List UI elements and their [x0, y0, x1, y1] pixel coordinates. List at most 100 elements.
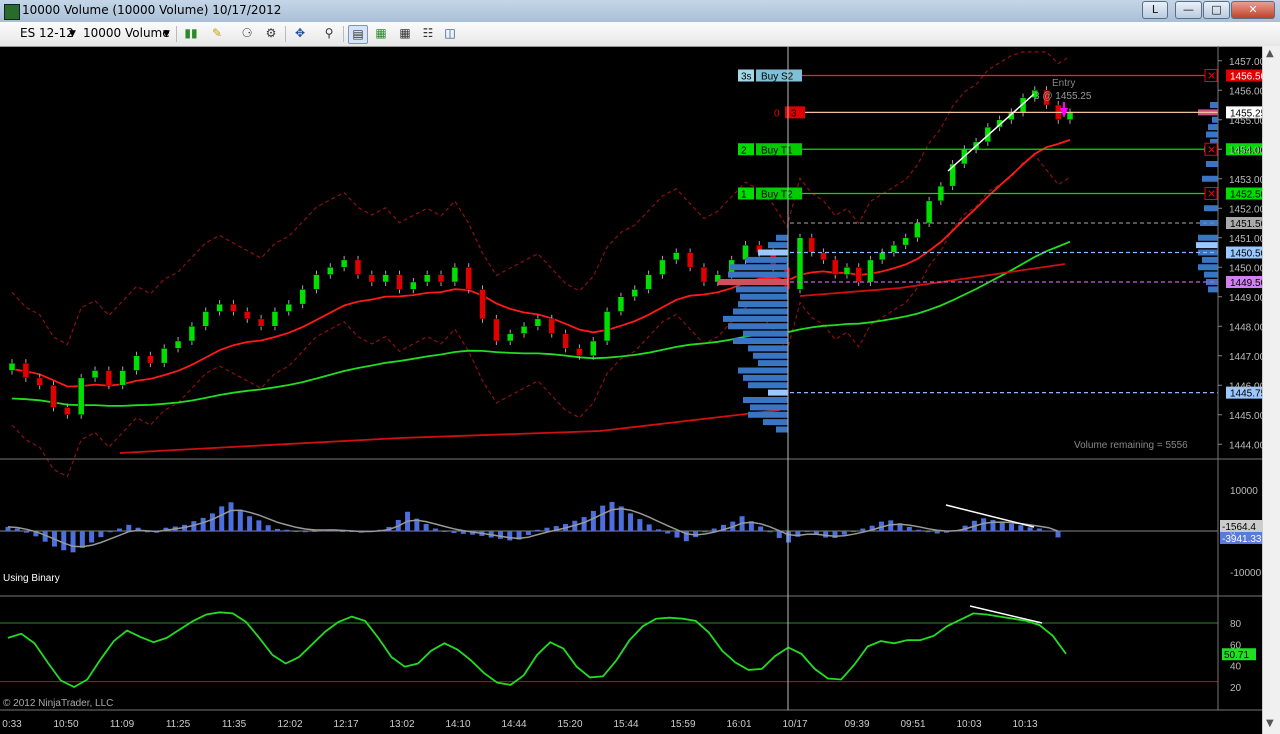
volume-profile-bar: [733, 338, 788, 344]
templates-icon[interactable]: ☷: [419, 25, 437, 42]
candle-body: [382, 274, 389, 283]
macd-bar: [628, 513, 634, 531]
macd-bar: [525, 531, 531, 536]
macd-bar: [804, 531, 810, 532]
volume-profile-bar: [758, 249, 788, 256]
volume-profile-bar: [743, 330, 788, 337]
order-tag: 1 Buy T2: [738, 187, 802, 201]
candle-body: [299, 289, 306, 305]
macd-bar: [600, 505, 606, 531]
title-bar: 10000 Volume (10000 Volume) 10/17/2012 L…: [0, 0, 1280, 23]
macd-bar: [851, 531, 857, 532]
y-tick-label: 1457.00: [1229, 57, 1262, 68]
price-marker: 1451.50: [1226, 217, 1262, 230]
restore-icon[interactable]: □: [1203, 1, 1230, 19]
y-tick-label: 1451.00: [1229, 234, 1262, 245]
macd-bar: [934, 531, 940, 534]
candle-body: [22, 362, 30, 379]
data-box-icon[interactable]: ▦: [372, 25, 390, 42]
minimize-icon[interactable]: —: [1175, 1, 1202, 19]
y-tick-label: 1452.00: [1229, 204, 1262, 215]
indicator-icon[interactable]: ⚆: [238, 25, 256, 42]
candle-body: [327, 267, 334, 275]
macd-bar: [786, 531, 792, 543]
candle-body: [423, 274, 431, 283]
macd-bar: [497, 531, 503, 539]
instrument-selector[interactable]: ES 12-12: [20, 26, 74, 40]
chart-trader-icon[interactable]: ▤: [348, 25, 368, 44]
volume-profile-bar: [776, 234, 788, 241]
y-tick-label: 1450.00: [1229, 263, 1262, 274]
macd-bar: [126, 524, 132, 531]
volume-remaining: Volume remaining = 5556: [1074, 440, 1188, 451]
candle-body: [506, 333, 514, 342]
candle-body: [700, 267, 708, 283]
volume-profile-bar: [733, 308, 788, 315]
properties-icon[interactable]: ▦: [396, 25, 414, 42]
order-tag-label: 3: [791, 108, 797, 119]
candle-body: [465, 267, 472, 290]
candle-body: [119, 370, 126, 386]
candle-body: [843, 267, 851, 275]
candle-body: [808, 237, 815, 253]
volume-profile-bar: [1208, 286, 1218, 293]
y-tick-label: 1446.00: [1229, 381, 1262, 392]
macd-bar: [674, 531, 680, 538]
volume-profile-bar: [1210, 102, 1218, 108]
window-title: 10000 Volume (10000 Volume) 10/17/2012: [22, 3, 282, 17]
candle-body: [617, 296, 625, 312]
entry-label: Entry: [1052, 78, 1075, 89]
chevron-down-icon[interactable]: ▼: [69, 29, 76, 39]
chart-canvas[interactable]: 1456.50✕1455.251454.00✕1452.50✕1451.5014…: [0, 46, 1262, 734]
language-indicator[interactable]: L: [1142, 1, 1168, 19]
y-tick-label: 1455.00: [1229, 116, 1262, 127]
window-linking-icon[interactable]: ◫: [441, 25, 459, 42]
macd-bar: [442, 531, 448, 532]
y-tick-label: 1454.00: [1229, 145, 1262, 156]
macd-bar: [237, 509, 243, 531]
chevron-down-icon[interactable]: ▼: [163, 29, 170, 39]
vertical-scrollbar[interactable]: ▲ ▼: [1262, 46, 1280, 734]
volume-profile-bar: [750, 404, 788, 411]
upper-band: [11, 51, 1071, 346]
macd-bar: [228, 502, 234, 531]
x-tick-label: 0:33: [2, 719, 22, 730]
macd-bar: [637, 519, 643, 531]
candle-body: [257, 318, 265, 327]
x-tick-label: 12:02: [277, 719, 302, 730]
price-marker: 1449.50: [1226, 276, 1262, 289]
strategy-icon[interactable]: ⚙: [262, 25, 280, 42]
y-tick-label: 0: [1230, 527, 1236, 538]
separator: [285, 26, 286, 42]
candle-body: [914, 222, 921, 238]
price-panel: 1456.50✕1455.251454.00✕1452.50✕1451.5014…: [8, 51, 1262, 478]
macd-bar: [107, 531, 113, 533]
candle-body: [902, 237, 909, 246]
y-tick-label: 1447.00: [1229, 352, 1262, 363]
y-tick-label: 80: [1230, 619, 1242, 630]
candle-body: [174, 340, 182, 349]
candle-body: [105, 370, 113, 386]
zoom-icon[interactable]: ⚲: [320, 25, 338, 42]
period-selector[interactable]: 10000 Volume: [83, 26, 170, 40]
macd-bar: [1009, 523, 1015, 531]
macd-bar: [24, 531, 30, 533]
bar-type-icon[interactable]: ▮▮: [182, 25, 200, 42]
app-icon: [4, 4, 20, 20]
x-tick-label: 15:20: [557, 719, 582, 730]
candle-body: [230, 303, 237, 312]
volume-profile-bar: [1212, 116, 1218, 123]
scroll-up-icon[interactable]: ▲: [1266, 48, 1274, 59]
draw-pencil-icon[interactable]: ✎: [208, 25, 226, 42]
candle-body: [133, 355, 140, 371]
macd-bar: [860, 528, 866, 531]
macd-bar: [999, 521, 1005, 531]
y-tick-label: 20: [1230, 683, 1242, 694]
candle-body: [368, 274, 376, 283]
macd-bar: [1036, 528, 1042, 531]
crosshair-icon[interactable]: ✥: [291, 25, 309, 42]
scroll-down-icon[interactable]: ▼: [1266, 718, 1274, 729]
separator: [343, 26, 344, 42]
close-icon[interactable]: ✕: [1231, 1, 1275, 19]
macd-bar: [284, 529, 290, 531]
